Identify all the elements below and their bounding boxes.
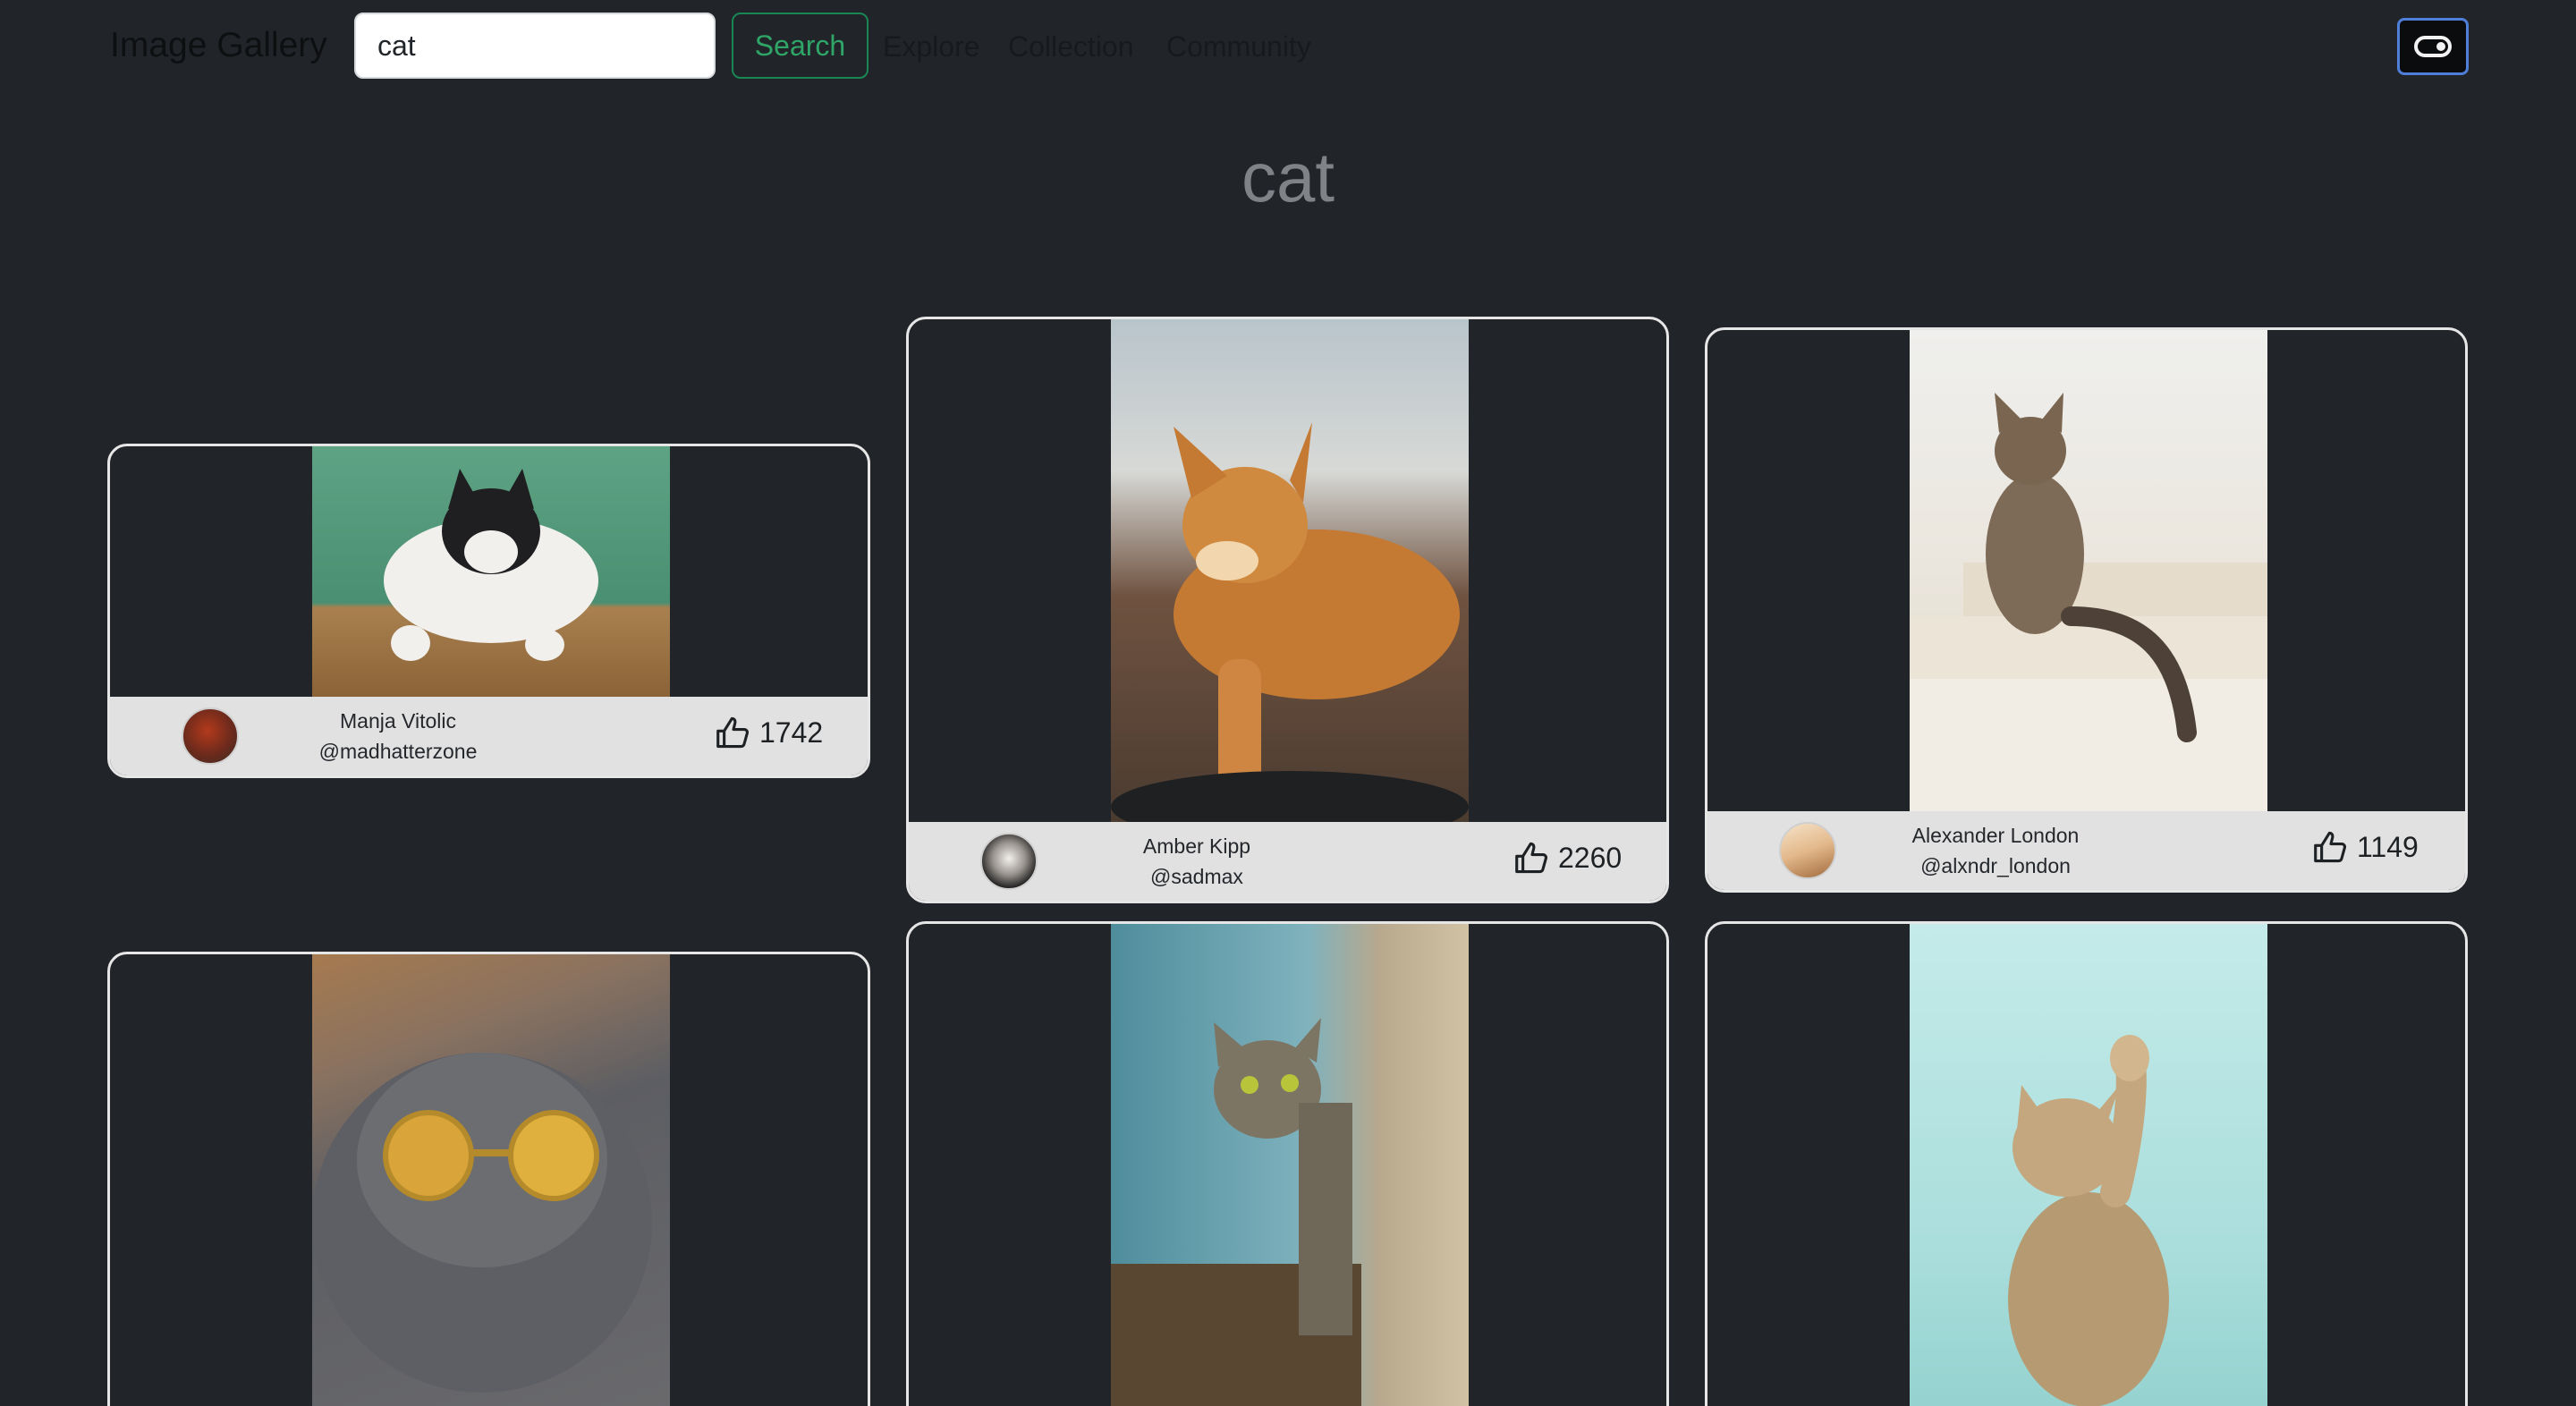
image-card[interactable]	[107, 952, 870, 1406]
search-input[interactable]	[354, 13, 716, 79]
search-button[interactable]: Search	[732, 13, 869, 79]
toggle-switch-icon	[2414, 36, 2452, 57]
image-card[interactable]	[906, 921, 1669, 1406]
card-footer: Manja Vitolic @madhatterzone 1742	[110, 697, 868, 775]
author-info: Manja Vitolic @madhatterzone	[282, 706, 514, 767]
author-name: Amber Kipp	[1142, 834, 1251, 858]
like-count: 1742	[759, 716, 824, 749]
author-info: Alexander London @alxndr_london	[1879, 820, 2112, 881]
image-card[interactable]	[1705, 921, 2468, 1406]
cat-photo[interactable]	[1910, 924, 2267, 1406]
nav-link-collection[interactable]: Collection	[1008, 27, 1134, 66]
cat-photo[interactable]	[1910, 330, 2267, 813]
nav-link-explore[interactable]: Explore	[883, 27, 980, 66]
thumbs-up-icon	[1515, 842, 1548, 874]
thumbs-up-icon	[2314, 831, 2347, 863]
like-button[interactable]: 2260	[1513, 840, 1622, 876]
gallery-page: Image Gallery Search Explore Collection …	[0, 0, 2576, 1406]
card-footer: Alexander London @alxndr_london 1149	[1707, 811, 2465, 890]
author-name: Manja Vitolic	[340, 709, 456, 733]
avatar[interactable]	[980, 833, 1038, 890]
avatar[interactable]	[1779, 822, 1836, 879]
like-count: 2260	[1558, 842, 1623, 874]
image-card[interactable]: Manja Vitolic @madhatterzone 1742	[107, 444, 870, 778]
nav-link-community[interactable]: Community	[1166, 27, 1311, 66]
author-name: Alexander London	[1911, 824, 2080, 847]
like-button[interactable]: 1742	[715, 715, 823, 750]
card-footer: Amber Kipp @sadmax 2260	[909, 822, 1666, 901]
brand-logo[interactable]: Image Gallery	[110, 23, 327, 68]
author-username[interactable]: @madhatterzone	[282, 736, 514, 767]
like-button[interactable]: 1149	[2312, 829, 2419, 865]
cat-photo[interactable]	[1111, 319, 1469, 843]
avatar[interactable]	[182, 707, 239, 765]
author-username[interactable]: @alxndr_london	[1879, 851, 2112, 881]
search-query-heading: cat	[1241, 138, 1335, 216]
author-info: Amber Kipp @sadmax	[1080, 831, 1313, 892]
author-username[interactable]: @sadmax	[1080, 861, 1313, 892]
cat-photo[interactable]	[1111, 924, 1469, 1406]
like-count: 1149	[2357, 831, 2419, 863]
cat-photo[interactable]	[312, 954, 670, 1406]
image-card[interactable]: Alexander London @alxndr_london 1149	[1705, 327, 2468, 893]
theme-toggle-button[interactable]	[2397, 18, 2469, 75]
cat-photo[interactable]	[312, 446, 670, 699]
image-card[interactable]: Amber Kipp @sadmax 2260	[906, 317, 1669, 903]
thumbs-up-icon	[716, 716, 750, 749]
